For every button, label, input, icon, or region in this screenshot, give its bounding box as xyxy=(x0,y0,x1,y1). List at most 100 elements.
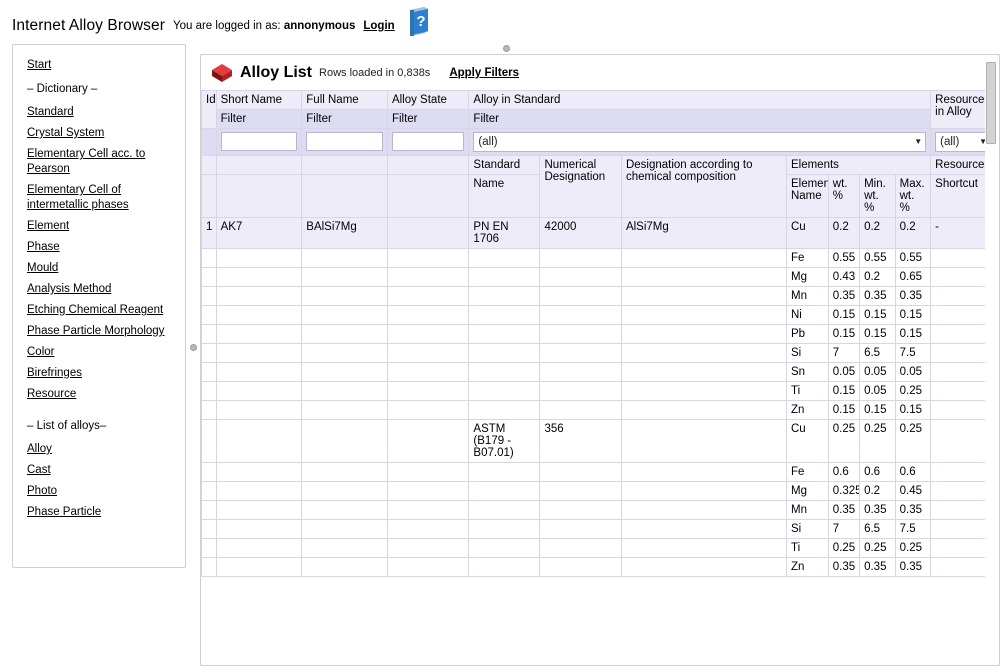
cell-designation-chem-empty xyxy=(620,343,787,363)
sidebar-item-phase-particle-morphology[interactable]: Phase Particle Morphology xyxy=(13,321,185,342)
table-row[interactable]: Pb 0.15 0.15 0.15 xyxy=(201,324,996,344)
apply-filters-link[interactable]: Apply Filters xyxy=(449,67,519,79)
table-row[interactable]: Mg 0.43 0.2 0.65 xyxy=(201,267,996,287)
cell-id-empty xyxy=(201,343,217,363)
vertical-splitter[interactable] xyxy=(186,44,200,667)
table-row[interactable]: Zn 0.35 0.35 0.35 xyxy=(201,557,996,577)
sidebar-item-cast[interactable]: Cast xyxy=(13,460,185,481)
splitter-grip-icon[interactable] xyxy=(190,344,197,351)
cell-element-name: Zn xyxy=(785,400,829,420)
sidebar-item-color[interactable]: Color xyxy=(13,342,185,363)
cell-min-wt-pct: 0.35 xyxy=(859,557,896,577)
cell-short-name-empty xyxy=(215,557,303,577)
cell-min-wt-pct: 0.15 xyxy=(859,305,896,325)
table-row[interactable]: Si 7 6.5 7.5 xyxy=(201,343,996,363)
help-book-icon[interactable]: ? xyxy=(407,6,429,36)
cell-element-name: Mn xyxy=(785,500,829,520)
sidebar-item-element[interactable]: Element xyxy=(13,216,185,237)
sidebar-item-phase[interactable]: Phase xyxy=(13,237,185,258)
sidebar-item-start[interactable]: Start xyxy=(13,55,185,76)
table-row[interactable]: Mn 0.35 0.35 0.35 xyxy=(201,500,996,520)
sidebar-item-alloy[interactable]: Alloy xyxy=(13,439,185,460)
cell-wt-pct: 0.55 xyxy=(827,248,861,268)
column-header-standard-name[interactable]: Name xyxy=(468,174,541,218)
column-header-elements[interactable]: Elements xyxy=(785,155,932,175)
cell-numerical-designation-empty xyxy=(539,519,622,539)
alloy-state-filter-input[interactable] xyxy=(391,132,465,151)
alloy-in-standard-filter-select[interactable]: (all) ▼ xyxy=(473,132,927,152)
column-header-max-wt-pct[interactable]: Max. wt. % xyxy=(894,174,932,218)
table-row[interactable]: Sn 0.05 0.05 0.05 xyxy=(201,362,996,382)
sidebar-item-standard[interactable]: Standard xyxy=(13,102,185,123)
current-user: annonymous xyxy=(283,20,356,32)
panel-vertical-scrollbar[interactable] xyxy=(985,56,998,665)
column-header-designation-chem[interactable]: Designation according to chemical compos… xyxy=(620,155,787,218)
sidebar-item-elementary-cell-intermetallic[interactable]: Elementary Cell of intermetallic phases xyxy=(13,180,185,216)
cell-short-name-empty xyxy=(215,500,303,520)
cell-alloy-state-empty xyxy=(386,400,470,420)
cell-numerical-designation-empty xyxy=(539,248,622,268)
content-area: Alloy List Rows loaded in 0,838s Apply F… xyxy=(200,44,1000,667)
cell-standard-name-empty xyxy=(468,519,541,539)
short-name-filter-input[interactable] xyxy=(220,132,298,151)
login-link[interactable]: Login xyxy=(363,20,394,32)
table-filter-input-row: (all) ▼ (all) ▼ xyxy=(201,128,996,156)
column-header-min-wt-pct[interactable]: Min. wt. % xyxy=(859,174,896,218)
cell-short-name-empty xyxy=(215,248,303,268)
cell-designation-chem: AlSi7Mg xyxy=(620,217,787,249)
sidebar-item-elementary-cell-pearson[interactable]: Elementary Cell acc. to Pearson xyxy=(13,144,185,180)
sidebar-item-birefringes[interactable]: Birefringes xyxy=(13,363,185,384)
cell-short-name-empty xyxy=(215,305,303,325)
cell-standard-name-empty xyxy=(468,362,541,382)
sidebar-item-phase-particle[interactable]: Phase Particle xyxy=(13,502,185,523)
scrollbar-thumb[interactable] xyxy=(986,62,996,144)
column-header-wt-pct[interactable]: wt. % xyxy=(827,174,861,218)
table-row[interactable]: Ni 0.15 0.15 0.15 xyxy=(201,305,996,325)
sidebar-item-crystal-system[interactable]: Crystal System xyxy=(13,123,185,144)
cell-numerical-designation-empty xyxy=(539,557,622,577)
cell-designation-chem-empty xyxy=(620,267,787,287)
cell-wt-pct: 0.15 xyxy=(827,305,861,325)
column-header-id[interactable]: Id xyxy=(201,90,217,129)
cell-min-wt-pct: 0.25 xyxy=(859,419,896,463)
sidebar-section-list-of-alloys: – List of alloys– xyxy=(27,420,107,432)
sidebar-item-mould[interactable]: Mould xyxy=(13,258,185,279)
cell-id-empty xyxy=(201,381,217,401)
column-header-alloy-state[interactable]: Alloy State xyxy=(386,90,470,110)
column-header-element-name[interactable]: Element Name xyxy=(785,174,829,218)
column-header-alloy-in-standard[interactable]: Alloy in Standard xyxy=(468,90,932,110)
table-row[interactable]: ASTM (B179 - B07.01) 356 Cu 0.25 0.25 0.… xyxy=(201,419,996,463)
cell-full-name-empty xyxy=(301,481,388,501)
table-row[interactable]: Fe 0.6 0.6 0.6 xyxy=(201,462,996,482)
sidebar-item-etching-chemical-reagent[interactable]: Etching Chemical Reagent xyxy=(13,300,185,321)
cell-standard-name-empty xyxy=(468,286,541,306)
cell-max-wt-pct: 0.05 xyxy=(894,362,932,382)
column-header-short-name[interactable]: Short Name xyxy=(215,90,303,110)
cell-min-wt-pct: 0.2 xyxy=(859,217,896,249)
table-row[interactable]: Mg 0.325 0.2 0.45 xyxy=(201,481,996,501)
table-row[interactable]: Fe 0.55 0.55 0.55 xyxy=(201,248,996,268)
resources-in-alloy-filter-select[interactable]: (all) ▼ xyxy=(935,132,991,152)
cell-element-name: Fe xyxy=(785,462,829,482)
cell-alloy-state-empty xyxy=(386,419,470,463)
column-header-standard[interactable]: Standard xyxy=(468,155,541,175)
column-header-numerical-designation[interactable]: Numerical Designation xyxy=(539,155,622,218)
alloy-in-standard-filter-value: (all) xyxy=(478,136,498,148)
full-name-filter-input[interactable] xyxy=(306,132,383,151)
cell-alloy-state-empty xyxy=(386,481,470,501)
horizontal-splitter[interactable] xyxy=(200,44,1000,54)
table-row[interactable]: Ti 0.15 0.05 0.25 xyxy=(201,381,996,401)
table-row[interactable]: Ti 0.25 0.25 0.25 xyxy=(201,538,996,558)
splitter-grip-icon[interactable] xyxy=(503,45,510,52)
table-row[interactable]: Si 7 6.5 7.5 xyxy=(201,519,996,539)
table-row[interactable]: Mn 0.35 0.35 0.35 xyxy=(201,286,996,306)
sidebar-item-analysis-method[interactable]: Analysis Method xyxy=(13,279,185,300)
sidebar-item-photo[interactable]: Photo xyxy=(13,481,185,502)
table-row[interactable]: Zn 0.15 0.15 0.15 xyxy=(201,400,996,420)
cell-full-name-empty xyxy=(301,286,388,306)
table-row[interactable]: 1 AK7 BAlSi7Mg PN EN 1706 42000 AlSi7Mg … xyxy=(201,217,996,249)
sidebar-item-resource[interactable]: Resource xyxy=(13,384,185,405)
cell-alloy-state-empty xyxy=(386,381,470,401)
column-header-full-name[interactable]: Full Name xyxy=(301,90,388,110)
table-header-row-groups: Id Short Name Full Name Alloy State Allo… xyxy=(201,90,996,129)
